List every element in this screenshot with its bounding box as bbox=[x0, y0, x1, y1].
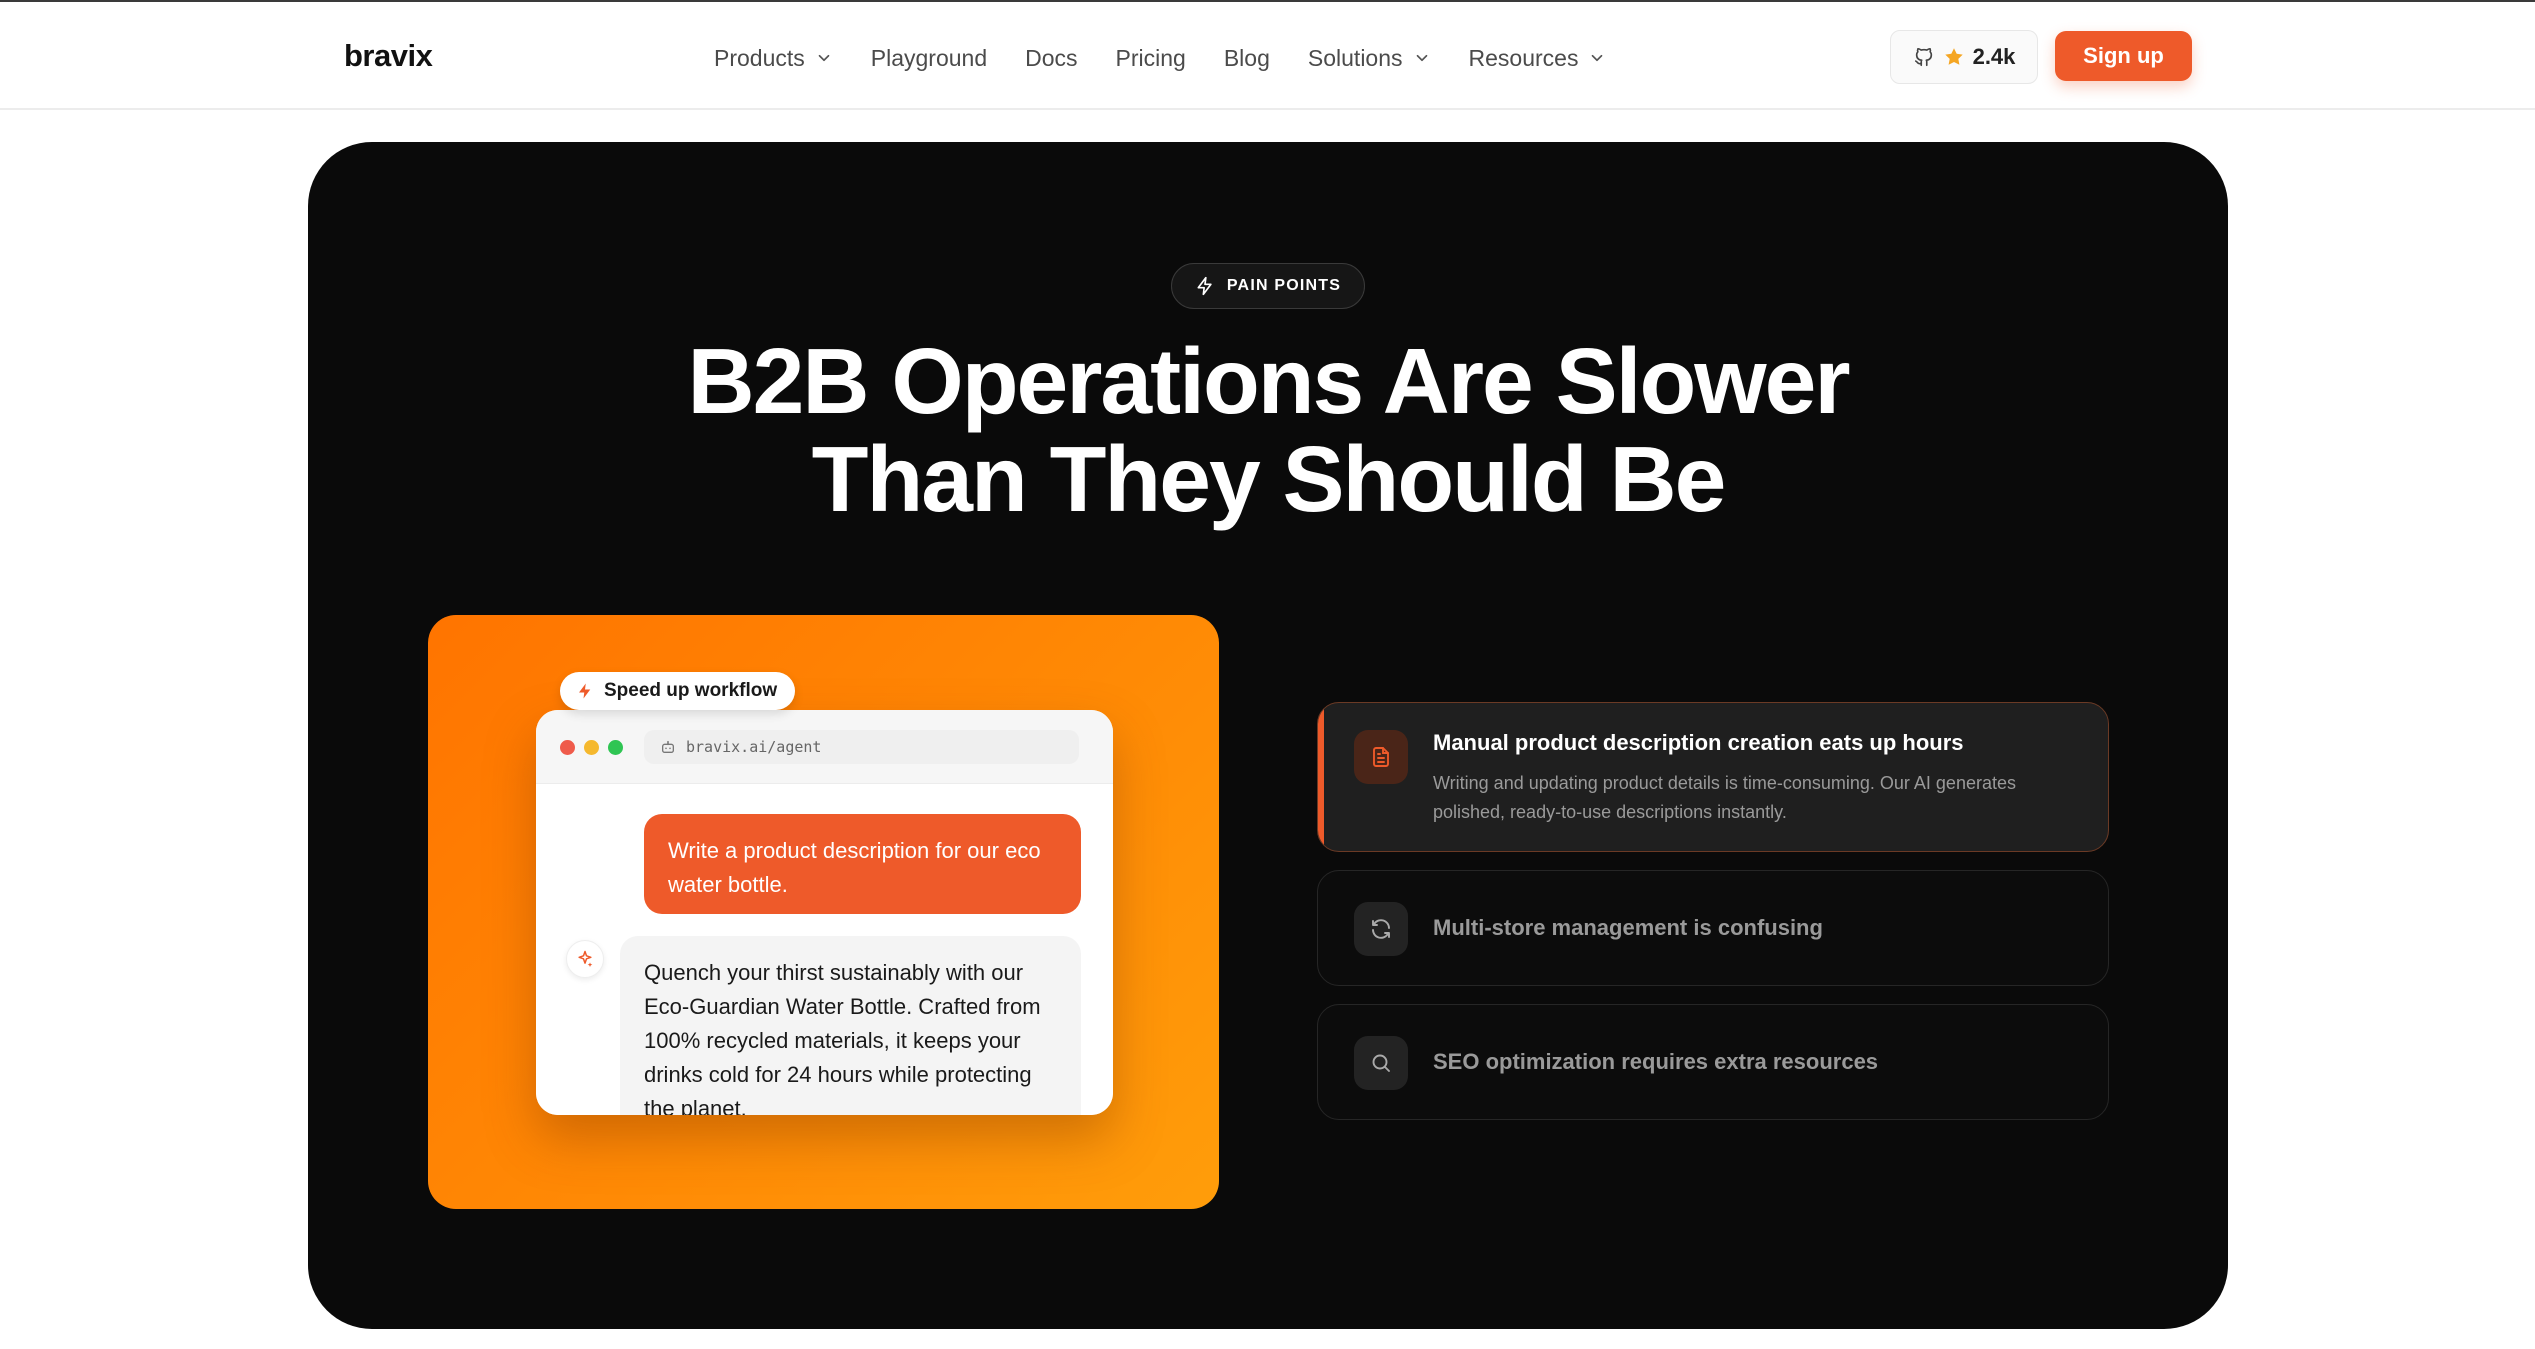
lightning-icon bbox=[1197, 276, 1212, 296]
nav-resources[interactable]: Resources bbox=[1469, 45, 1607, 72]
browser-toolbar: bravix.ai/agent bbox=[536, 710, 1113, 784]
window-close-dot bbox=[560, 740, 575, 755]
nav-resources-label: Resources bbox=[1468, 44, 1579, 71]
active-accent-bar bbox=[1318, 703, 1324, 851]
address-bar-url: bravix.ai/agent bbox=[686, 738, 822, 756]
window-maximize-dot bbox=[608, 740, 623, 755]
speed-up-pill: Speed up workflow bbox=[560, 672, 796, 710]
nav-products[interactable]: Products bbox=[714, 45, 833, 72]
robot-icon bbox=[662, 740, 674, 753]
signup-button[interactable]: Sign up bbox=[2055, 31, 2192, 81]
search-icon bbox=[1372, 1054, 1390, 1072]
github-icon bbox=[1914, 47, 1932, 67]
chevron-down-icon bbox=[1416, 54, 1427, 62]
pain-point-card-2[interactable]: Multi-store management is confusing bbox=[1317, 870, 2109, 986]
card-title: SEO optimization requires extra resource… bbox=[1433, 1049, 1879, 1074]
chevron-down-icon bbox=[818, 54, 830, 62]
nav-playground-label: Playground bbox=[870, 44, 988, 71]
nav-pricing[interactable]: Pricing bbox=[1116, 45, 1186, 72]
nav-blog-label: Blog bbox=[1223, 44, 1270, 71]
pain-point-card-1[interactable]: Manual product description creation eats… bbox=[1317, 702, 2109, 852]
pain-points-section: PAIN POINTS B2B Operations Are Slower Th… bbox=[308, 142, 2228, 1329]
window-minimize-dot bbox=[584, 740, 599, 755]
card-description: Writing and updating product details is … bbox=[1433, 773, 2016, 822]
star-icon bbox=[1944, 48, 1963, 65]
headline-line-2: Than They Should Be bbox=[811, 427, 1727, 531]
sparkle-icon bbox=[578, 950, 593, 967]
pain-point-card-3[interactable]: SEO optimization requires extra resource… bbox=[1317, 1004, 2109, 1120]
ai-message: Quench your thirst sustainably with our … bbox=[620, 936, 1081, 1115]
brand-logo[interactable]: bravix bbox=[344, 38, 433, 74]
ai-avatar bbox=[566, 940, 604, 978]
nav-solutions-label: Solutions bbox=[1307, 44, 1403, 71]
nav-blog[interactable]: Blog bbox=[1224, 45, 1270, 72]
nav-playground[interactable]: Playground bbox=[871, 45, 987, 72]
document-icon bbox=[1373, 747, 1389, 767]
nav-solutions[interactable]: Solutions bbox=[1308, 45, 1431, 72]
address-bar: bravix.ai/agent bbox=[644, 730, 1079, 764]
nav-docs-label: Docs bbox=[1025, 44, 1078, 71]
nav-docs[interactable]: Docs bbox=[1025, 45, 1077, 72]
github-stars-button[interactable]: 2.4k bbox=[1890, 30, 2038, 84]
top-navbar: bravix Products Playground Docs Pricing … bbox=[0, 2, 2535, 110]
section-headline: B2B Operations Are Slower Than They Shou… bbox=[308, 332, 2228, 528]
lightning-icon bbox=[579, 683, 591, 699]
browser-mockup: bravix.ai/agent Write a product descript… bbox=[536, 710, 1113, 1115]
chat-area: Write a product description for our eco … bbox=[536, 784, 1113, 1115]
refresh-icon bbox=[1372, 919, 1390, 939]
headline-line-1: B2B Operations Are Slower bbox=[687, 329, 1850, 433]
chevron-down-icon bbox=[1592, 54, 1603, 62]
section-badge-label: PAIN POINTS bbox=[1226, 277, 1342, 294]
user-message: Write a product description for our eco … bbox=[644, 814, 1081, 914]
section-badge: PAIN POINTS bbox=[1171, 263, 1365, 309]
card-icon-wrap bbox=[1354, 730, 1408, 784]
card-icon-wrap bbox=[1354, 902, 1408, 956]
card-title: Multi-store management is confusing bbox=[1433, 915, 1823, 940]
main-nav: Products Playground Docs Pricing Blog So… bbox=[714, 40, 1644, 76]
card-icon-wrap bbox=[1354, 1036, 1408, 1090]
github-star-count: 2.4k bbox=[1972, 44, 2016, 69]
nav-products-label: Products bbox=[714, 44, 805, 71]
speed-up-pill-label: Speed up workflow bbox=[604, 680, 778, 701]
card-title: Manual product description creation eats… bbox=[1433, 730, 1964, 755]
nav-pricing-label: Pricing bbox=[1115, 44, 1186, 71]
demo-panel: Speed up workflow bravix.ai/agent Write … bbox=[428, 615, 1219, 1209]
